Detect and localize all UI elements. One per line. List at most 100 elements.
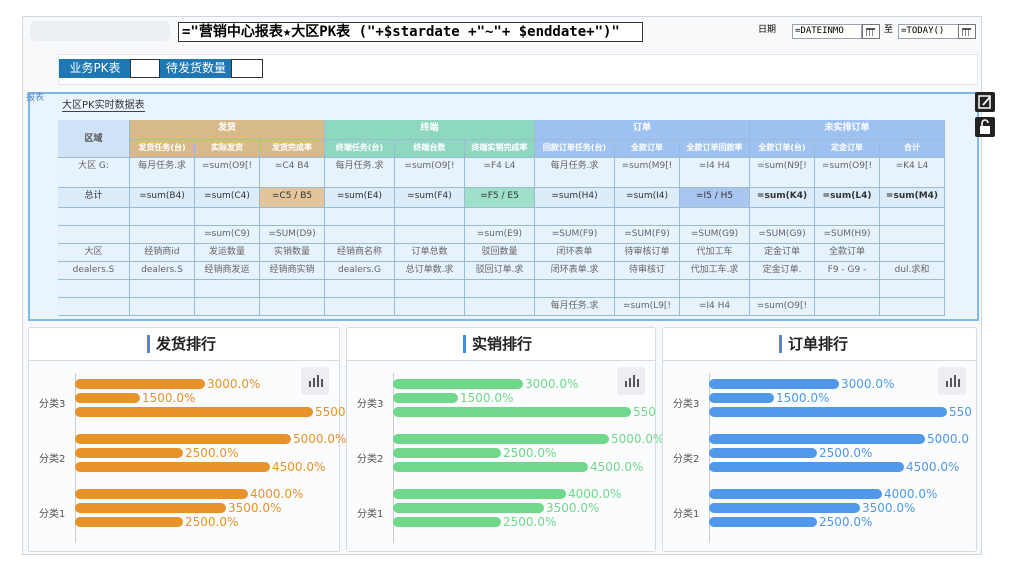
table-cell[interactable] [325, 226, 395, 244]
table-cell[interactable]: 定金订单 [750, 244, 815, 262]
table-cell[interactable]: 经销商id [130, 244, 195, 262]
bar[interactable] [709, 503, 860, 513]
table-cell[interactable] [58, 298, 130, 316]
table-cell[interactable] [880, 226, 945, 244]
table-cell[interactable]: 驳回数量 [465, 244, 535, 262]
table-cell[interactable]: 待审核订单 [615, 244, 680, 262]
table-cell[interactable]: 实销数量 [260, 244, 325, 262]
table-cell[interactable]: =sum(E4) [325, 188, 395, 208]
order-ranking-chart[interactable]: 分类3 3000.0% 1500.0% 550 分类2 5000.0 2500.0% 4500… [663, 361, 976, 551]
table-cell[interactable]: =SUM(D9) [260, 226, 325, 244]
tab-empty[interactable] [231, 59, 263, 78]
table-cell[interactable]: =F4 L4 [465, 158, 535, 188]
table-cell[interactable]: dealers.S [58, 262, 130, 280]
table-cell[interactable] [880, 244, 945, 262]
table-cell[interactable]: 每月任务.求 [535, 158, 615, 188]
bar[interactable] [393, 489, 566, 499]
table-cell[interactable] [615, 208, 680, 226]
table-cell[interactable]: dealers.G [325, 262, 395, 280]
table-cell[interactable]: =sum(F4) [395, 188, 465, 208]
table-cell[interactable]: =C4 B4 [260, 158, 325, 188]
subheader-cell[interactable]: 全款订单(台) [750, 140, 815, 158]
table-cell[interactable] [535, 208, 615, 226]
subheader-cell[interactable]: 发货完成率 [260, 140, 325, 158]
subheader-cell[interactable]: 合计 [880, 140, 945, 158]
header-group-0[interactable]: 区域 [58, 120, 130, 158]
table-cell[interactable]: =I4 H4 [680, 158, 750, 188]
bar[interactable] [393, 462, 588, 472]
table-cell[interactable] [260, 298, 325, 316]
table-cell[interactable]: 代加工车.求 [680, 262, 750, 280]
table-cell[interactable]: =C5 / B5 [260, 188, 325, 208]
table-cell[interactable]: F9 - G9 - [815, 262, 880, 280]
subheader-cell[interactable]: 终端实销完成率 [465, 140, 535, 158]
table-cell[interactable]: =sum(O9[! [195, 158, 260, 188]
table-cell[interactable]: 经销商发运 [195, 262, 260, 280]
edit-icon[interactable] [975, 92, 995, 112]
subheader-cell[interactable]: 发货任务(台) [130, 140, 195, 158]
table-cell[interactable]: =sum(C9) [195, 226, 260, 244]
table-cell[interactable] [325, 280, 395, 298]
bar[interactable] [709, 434, 925, 444]
table-cell[interactable]: =sum(B4) [130, 188, 195, 208]
table-cell[interactable] [58, 226, 130, 244]
table-cell[interactable]: 订单总数 [395, 244, 465, 262]
end-date-field[interactable]: =TODAY() [898, 24, 960, 39]
subheader-cell[interactable]: 全款订单 [615, 140, 680, 158]
bar[interactable] [75, 407, 313, 417]
table-cell[interactable]: =sum(K4) [750, 188, 815, 208]
table-cell[interactable]: 经销商名称 [325, 244, 395, 262]
table-cell[interactable]: 每月任务.求 [130, 158, 195, 188]
subheader-cell[interactable]: 终端任务(台) [325, 140, 395, 158]
table-cell[interactable] [880, 208, 945, 226]
table-cell[interactable]: =SUM(G9) [680, 226, 750, 244]
table-cell[interactable] [130, 298, 195, 316]
table-cell[interactable]: =sum(H4) [535, 188, 615, 208]
table-cell[interactable]: =SUM(F9) [615, 226, 680, 244]
table-cell[interactable]: =sum(O9[! [395, 158, 465, 188]
tab-pending-shipment[interactable]: 待发货数量 [160, 59, 232, 78]
table-cell[interactable] [880, 280, 945, 298]
shipment-ranking-chart[interactable]: 分类3 3000.0% 1500.0% 5500.0% 分类2 5000.0% 2500.0… [29, 361, 368, 551]
table-cell[interactable]: 大区 G: [58, 158, 130, 188]
table-cell[interactable] [260, 280, 325, 298]
table-cell[interactable] [815, 208, 880, 226]
calendar-icon[interactable] [862, 24, 880, 39]
bar[interactable] [709, 393, 774, 403]
table-cell[interactable] [58, 280, 130, 298]
table-cell[interactable]: 经销商实销 [260, 262, 325, 280]
header-group-3[interactable]: 订单 [535, 120, 750, 140]
subheader-cell[interactable]: 回款订单任务(台) [535, 140, 615, 158]
chart-type-icon[interactable] [301, 367, 329, 395]
table-cell[interactable]: 驳回订单.求 [465, 262, 535, 280]
table-cell[interactable]: 大区 [58, 244, 130, 262]
subheader-cell[interactable]: 实际发货 [195, 140, 260, 158]
table-cell[interactable] [130, 226, 195, 244]
table-cell[interactable] [260, 208, 325, 226]
table-cell[interactable] [535, 280, 615, 298]
bar[interactable] [709, 379, 839, 389]
table-cell[interactable]: =sum(C4) [195, 188, 260, 208]
table-cell[interactable] [465, 298, 535, 316]
table-cell[interactable] [465, 208, 535, 226]
bar[interactable] [709, 407, 947, 417]
table-cell[interactable] [325, 208, 395, 226]
table-cell[interactable]: =SUM(F9) [535, 226, 615, 244]
header-group-4[interactable]: 未实排订单 [750, 120, 945, 140]
table-cell[interactable]: 闭环表单 [535, 244, 615, 262]
bar[interactable] [709, 517, 817, 527]
table-cell[interactable] [195, 298, 260, 316]
bar[interactable] [75, 489, 248, 499]
bar[interactable] [393, 393, 458, 403]
start-date-field[interactable]: =DATEINMO [792, 24, 862, 39]
table-cell[interactable] [680, 208, 750, 226]
table-cell[interactable]: 每月任务.求 [325, 158, 395, 188]
table-cell[interactable]: =F5 / E5 [465, 188, 535, 208]
bar[interactable] [393, 448, 501, 458]
table-cell[interactable]: dul.求和 [880, 262, 945, 280]
subheader-cell[interactable]: 全款订单回款率 [680, 140, 750, 158]
table-cell[interactable]: dealers.S [130, 262, 195, 280]
table-cell[interactable] [395, 280, 465, 298]
chart-type-icon[interactable] [938, 367, 966, 395]
header-group-1[interactable]: 发货 [130, 120, 325, 140]
